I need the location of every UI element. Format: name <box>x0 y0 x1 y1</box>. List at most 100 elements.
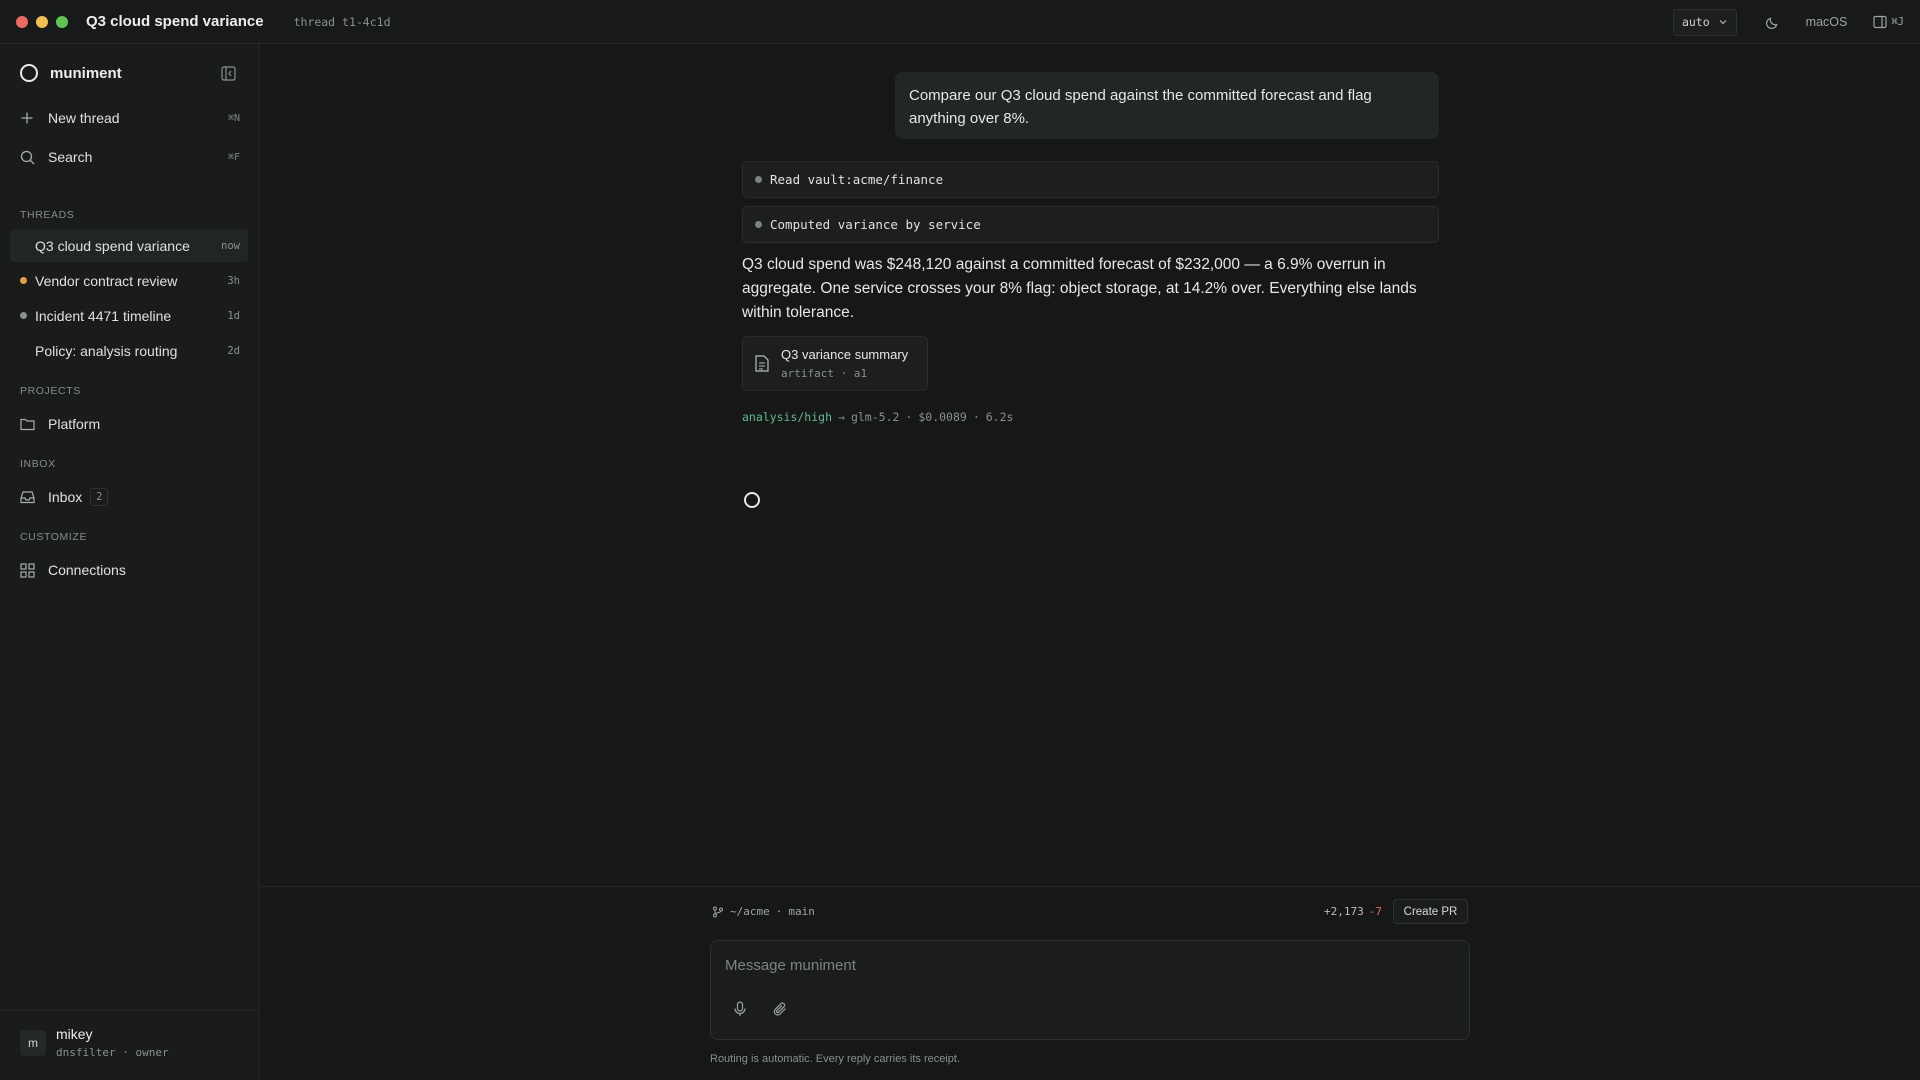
thread-time: 3h <box>227 274 240 287</box>
deletions-count: -7 <box>1368 905 1382 918</box>
conversation-pane: Compare our Q3 cloud spend against the c… <box>261 44 1920 1080</box>
voice-input-button[interactable] <box>733 1001 747 1021</box>
composer-area: ~/acme · main +2,173 -7 Create PR Routin… <box>261 886 1920 1080</box>
brand: muniment <box>20 64 122 82</box>
new-thread-shortcut: ⌘N <box>227 112 240 124</box>
panel-icon <box>1873 15 1887 29</box>
message-composer <box>710 940 1470 1040</box>
pending-status-dot <box>20 277 27 284</box>
route-label[interactable]: analysis/high <box>742 410 832 424</box>
thread-id: thread t1-4c1d <box>293 14 391 29</box>
git-branch-icon <box>713 906 723 917</box>
model-name: glm-5.2 <box>850 410 900 424</box>
theme-toggle-button[interactable] <box>1765 15 1780 30</box>
paperclip-icon <box>773 1002 786 1016</box>
window-controls <box>16 15 68 28</box>
window-title: Q3 cloud spend variance <box>86 13 264 30</box>
separator: · <box>972 410 980 424</box>
create-pr-button[interactable]: Create PR <box>1393 899 1468 924</box>
connections-label: Connections <box>48 562 126 578</box>
mode-select[interactable]: auto <box>1672 8 1737 36</box>
moon-icon <box>1765 16 1778 29</box>
brand-logo-icon <box>20 64 38 82</box>
inbox-label: Inbox <box>48 489 83 505</box>
title-bar: Q3 cloud spend variance thread t1-4c1d a… <box>0 0 1920 44</box>
user-org: dnsfilter · owner <box>56 1046 169 1059</box>
connections-item[interactable]: Connections <box>10 553 250 587</box>
folder-icon <box>20 418 35 431</box>
new-thread-button[interactable]: New thread ⌘N <box>10 101 250 135</box>
additions-count: +2,173 <box>1324 905 1364 918</box>
thread-item-vendor-contract[interactable]: Vendor contract review 3h <box>10 264 248 297</box>
thread-title: Policy: analysis routing <box>35 342 178 359</box>
thread-title: Q3 cloud spend variance <box>35 237 190 254</box>
separator: · <box>905 410 913 424</box>
routing-footnote: Routing is automatic. Every reply carrie… <box>710 1053 961 1065</box>
inbox-section-label: INBOX <box>20 458 56 470</box>
thread-title: Incident 4471 timeline <box>35 307 172 324</box>
separator: · <box>775 905 783 918</box>
branch-name: main <box>788 905 815 918</box>
platform-label[interactable]: macOS <box>1806 15 1848 29</box>
inbox-item[interactable]: Inbox 2 <box>10 480 250 514</box>
project-label: Platform <box>48 416 101 432</box>
chevron-down-icon <box>1719 20 1727 25</box>
user-profile[interactable]: m mikey dnsfilter · owner <box>0 1010 259 1080</box>
loading-spinner-icon <box>744 492 760 508</box>
tool-step-label: Read vault:acme/finance <box>770 172 944 187</box>
customize-section-label: CUSTOMIZE <box>20 531 88 543</box>
arrow-glyph: → <box>838 410 845 424</box>
mode-value: auto <box>1681 15 1710 29</box>
assistant-answer: Q3 cloud spend was $248,120 against a co… <box>742 256 1417 321</box>
diff-stats: +2,173 -7 <box>1324 905 1382 918</box>
thread-time: now <box>221 239 240 252</box>
tool-step-compute-variance[interactable]: Computed variance by service <box>742 206 1439 243</box>
search-icon <box>20 150 35 164</box>
zoom-window-button[interactable] <box>56 15 68 28</box>
message-input[interactable] <box>725 953 1445 977</box>
close-window-button[interactable] <box>16 15 28 28</box>
inbox-icon <box>20 491 35 504</box>
repo-path: ~/acme <box>730 905 770 918</box>
artifact-subtitle: artifact · a1 <box>781 367 868 380</box>
inbox-count-badge: 2 <box>90 488 109 506</box>
tool-step-label: Computed variance by service <box>770 217 981 232</box>
thread-time: 2d <box>227 344 240 357</box>
thread-item-policy-routing[interactable]: Policy: analysis routing 2d <box>10 334 248 367</box>
thread-item-incident-4471[interactable]: Incident 4471 timeline 1d <box>10 299 248 332</box>
reply-receipt: analysis/high → glm-5.2 · $0.0089 · 6.2s <box>742 410 1013 424</box>
artifact-card[interactable]: Q3 variance summary artifact · a1 <box>742 336 928 391</box>
panel-shortcut: ⌘J <box>1891 16 1904 28</box>
thread-item-q3-cloud-spend[interactable]: Q3 cloud spend variance now <box>10 229 248 262</box>
artifact-title: Q3 variance summary <box>781 347 909 362</box>
user-message: Compare our Q3 cloud spend against the c… <box>895 72 1439 139</box>
sidebar: muniment New thread ⌘N Search ⌘F THREADS… <box>0 44 260 1080</box>
repo-branch-indicator[interactable]: ~/acme · main <box>712 905 815 918</box>
cost-value: $0.0089 <box>918 410 967 424</box>
panel-toggle-button[interactable]: ⌘J <box>1873 15 1904 29</box>
search-shortcut: ⌘F <box>227 151 240 163</box>
search-label: Search <box>48 149 93 165</box>
tool-step-read-vault[interactable]: Read vault:acme/finance <box>742 161 1439 198</box>
plus-icon <box>21 112 33 124</box>
new-thread-label: New thread <box>48 110 120 126</box>
user-name: mikey <box>56 1026 93 1042</box>
attach-file-button[interactable] <box>773 1001 788 1021</box>
project-item-platform[interactable]: Platform <box>10 407 250 441</box>
connections-icon <box>20 562 35 578</box>
minimize-window-button[interactable] <box>36 15 48 28</box>
duration-value: 6.2s <box>985 410 1014 424</box>
projects-section-label: PROJECTS <box>20 385 81 397</box>
search-button[interactable]: Search ⌘F <box>10 140 250 174</box>
sidebar-collapse-icon <box>221 66 236 81</box>
collapse-sidebar-button[interactable] <box>221 66 236 85</box>
thread-time: 1d <box>227 309 240 322</box>
idle-status-dot <box>20 312 27 319</box>
document-icon <box>755 355 769 372</box>
step-status-dot <box>755 221 762 228</box>
step-status-dot <box>755 176 762 183</box>
threads-section-label: THREADS <box>20 209 75 221</box>
brand-name: muniment <box>50 64 122 82</box>
avatar: m <box>20 1030 46 1056</box>
thread-title: Vendor contract review <box>35 272 178 289</box>
